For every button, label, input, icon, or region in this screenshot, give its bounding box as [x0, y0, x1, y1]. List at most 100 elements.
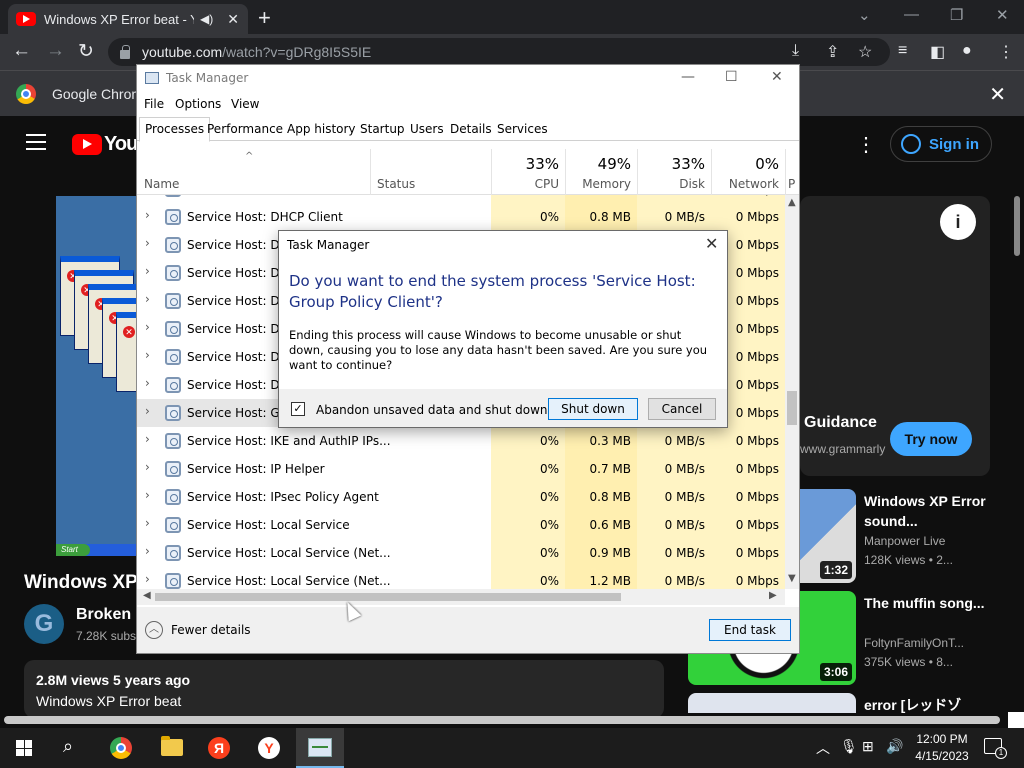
expand-chevron-icon[interactable]: ›	[145, 208, 150, 222]
scroll-thumb[interactable]	[155, 593, 621, 601]
channel-name[interactable]: Broken g	[76, 606, 145, 624]
search-icon[interactable]: ⌕	[63, 736, 73, 757]
menu-options[interactable]: Options	[175, 97, 221, 111]
expand-chevron-icon[interactable]: ›	[145, 348, 150, 362]
recommendation-item[interactable]: error [レッドゾ	[688, 693, 1008, 713]
abandon-data-label[interactable]: Abandon unsaved data and shut down.	[316, 403, 551, 417]
process-row[interactable]: › Service Host: DHCP Client 0% 0.8 MB 0 MB/s…	[137, 203, 785, 231]
profile-icon[interactable]: ●	[962, 42, 972, 60]
tab-search-icon[interactable]: ⌄	[858, 6, 871, 24]
process-row[interactable]: › Service Host: Local Service 0% 0.6 MB 0 MB…	[137, 511, 785, 539]
expand-chevron-icon[interactable]: ›	[145, 488, 150, 502]
network-icon[interactable]: ⊞	[862, 738, 874, 755]
browser-tab[interactable]: Windows XP Error beat - You ◀) ✕	[8, 4, 248, 34]
page-vertical-scrollbar[interactable]	[1014, 196, 1020, 256]
column-power-header[interactable]: P	[785, 149, 799, 195]
share-icon[interactable]: ⇪	[826, 42, 839, 62]
taskbar-file-explorer[interactable]	[148, 728, 196, 768]
more-options-icon[interactable]: ⋮	[856, 132, 876, 157]
taskbar-yandex-browser[interactable]: Я	[196, 728, 244, 768]
process-row[interactable]: › Service Host: IKE and AuthIP IPs... 0% 0.…	[137, 427, 785, 455]
scroll-left-icon[interactable]: ◀	[143, 590, 151, 601]
taskbar-task-manager[interactable]	[296, 728, 344, 768]
side-panel-icon[interactable]: ◧	[930, 42, 945, 62]
process-row[interactable]: › Service Host: Local Service (Net... 0% 1.…	[137, 567, 785, 589]
sign-in-button[interactable]: Sign in	[890, 126, 992, 162]
process-list-horizontal-scrollbar[interactable]: ◀ ▶	[137, 589, 785, 605]
cancel-button[interactable]: Cancel	[648, 398, 716, 420]
video-description[interactable]: 2.8M views 5 years ago Windows XP Error …	[24, 660, 664, 718]
youtube-logo-icon[interactable]	[72, 134, 102, 155]
address-bar[interactable]: youtube.com /watch?v=gDRg8I5S5IE	[108, 38, 890, 66]
restore-window-button[interactable]: ❐	[950, 6, 963, 24]
ad-info-icon[interactable]: i	[940, 204, 976, 240]
reload-icon[interactable]: ↻	[78, 40, 94, 63]
windows-start-icon[interactable]	[16, 740, 32, 756]
bookmark-star-icon[interactable]: ☆	[858, 42, 872, 62]
close-icon[interactable]: ✕	[771, 69, 783, 85]
recommendation-title[interactable]: error [レッドゾ	[864, 695, 1004, 713]
column-memory-header[interactable]: 49% Memory	[565, 149, 637, 195]
microphone-icon[interactable]: 🎙	[840, 738, 858, 755]
expand-chevron-icon[interactable]: ›	[145, 292, 150, 306]
recommendation-title[interactable]: The muffin song...	[864, 593, 1004, 613]
expand-chevron-icon[interactable]: ›	[145, 460, 150, 474]
expand-chevron-icon[interactable]: ›	[145, 236, 150, 250]
column-cpu-header[interactable]: 33% CPU	[491, 149, 565, 195]
new-tab-button[interactable]: +	[258, 5, 271, 31]
scroll-right-icon[interactable]: ▶	[769, 590, 777, 601]
menu-view[interactable]: View	[231, 97, 259, 111]
tab-processes[interactable]: Processes	[139, 117, 211, 142]
process-list-vertical-scrollbar[interactable]: ▲ ▼	[785, 195, 799, 589]
channel-avatar[interactable]: G	[24, 604, 64, 644]
ad-try-now-button[interactable]: Try now	[890, 422, 972, 456]
menu-file[interactable]: File	[144, 97, 164, 111]
column-status-header[interactable]: Status	[370, 149, 491, 195]
close-tab-icon[interactable]: ✕	[227, 11, 239, 28]
abandon-data-checkbox[interactable]: ✓	[291, 402, 305, 416]
fewer-details-button[interactable]: ︿ Fewer details	[145, 621, 251, 639]
dialog-close-icon[interactable]: ✕	[705, 234, 718, 253]
process-row[interactable]: › Service Host: IP Helper 0% 0.7 MB 0 MB/s 0 …	[137, 455, 785, 483]
forward-icon[interactable]: →	[46, 40, 65, 62]
taskbar-chrome[interactable]	[98, 728, 146, 768]
tab-details[interactable]: Details	[445, 119, 497, 141]
minimize-icon[interactable]: —	[681, 69, 695, 85]
video-player[interactable]: ✕ ✕ ✕ ✕ ✕	[56, 196, 136, 556]
lock-icon[interactable]	[120, 44, 130, 59]
tab-app-history[interactable]: App history	[282, 119, 361, 141]
task-manager-titlebar[interactable]: Task Manager — ☐ ✕	[137, 65, 799, 93]
column-network-header[interactable]: 0% Network	[711, 149, 785, 195]
show-hidden-icons-icon[interactable]: ︿	[816, 738, 830, 758]
page-horizontal-scrollbar[interactable]	[4, 716, 1000, 724]
audio-playing-icon[interactable]: ◀)	[200, 12, 213, 26]
expand-chevron-icon[interactable]: ›	[145, 432, 150, 446]
scroll-down-icon[interactable]: ▼	[788, 573, 796, 584]
chrome-menu-icon[interactable]: ⋮	[998, 42, 1014, 62]
expand-chevron-icon[interactable]: ›	[145, 264, 150, 278]
hamburger-menu-icon[interactable]	[26, 134, 46, 150]
minimize-window-button[interactable]: —	[904, 6, 919, 23]
install-app-icon[interactable]: ⤓	[792, 42, 799, 60]
tab-performance[interactable]: Performance	[202, 119, 288, 141]
close-window-button[interactable]: ✕	[996, 6, 1009, 24]
tab-users[interactable]: Users	[405, 119, 449, 141]
expand-chevron-icon[interactable]: ›	[145, 572, 150, 586]
volume-icon[interactable]: 🔊	[886, 738, 903, 755]
process-row[interactable]: › Service Host: Local Service (Net... 0% 0.…	[137, 539, 785, 567]
infobar-close-icon[interactable]: ✕	[989, 82, 1006, 107]
tab-startup[interactable]: Startup	[355, 119, 410, 141]
expand-chevron-icon[interactable]: ›	[145, 376, 150, 390]
recommendation-title[interactable]: Windows XP Error sound...	[864, 491, 1004, 531]
back-icon[interactable]: ←	[12, 40, 31, 62]
tab-services[interactable]: Services	[492, 119, 553, 141]
maximize-icon[interactable]: ☐	[725, 69, 738, 85]
expand-chevron-icon[interactable]: ›	[145, 404, 150, 418]
expand-chevron-icon[interactable]: ›	[145, 516, 150, 530]
system-clock[interactable]: 12:00 PM 4/15/2023	[912, 731, 972, 765]
notification-center-icon[interactable]: 1	[984, 738, 1007, 759]
expand-chevron-icon[interactable]: ›	[145, 320, 150, 334]
column-name[interactable]: Name	[144, 177, 179, 191]
recommendation-thumbnail[interactable]	[688, 693, 856, 713]
process-row[interactable]: ›Service Host: DCOM Server Proc...0%0.1 …	[137, 195, 785, 203]
